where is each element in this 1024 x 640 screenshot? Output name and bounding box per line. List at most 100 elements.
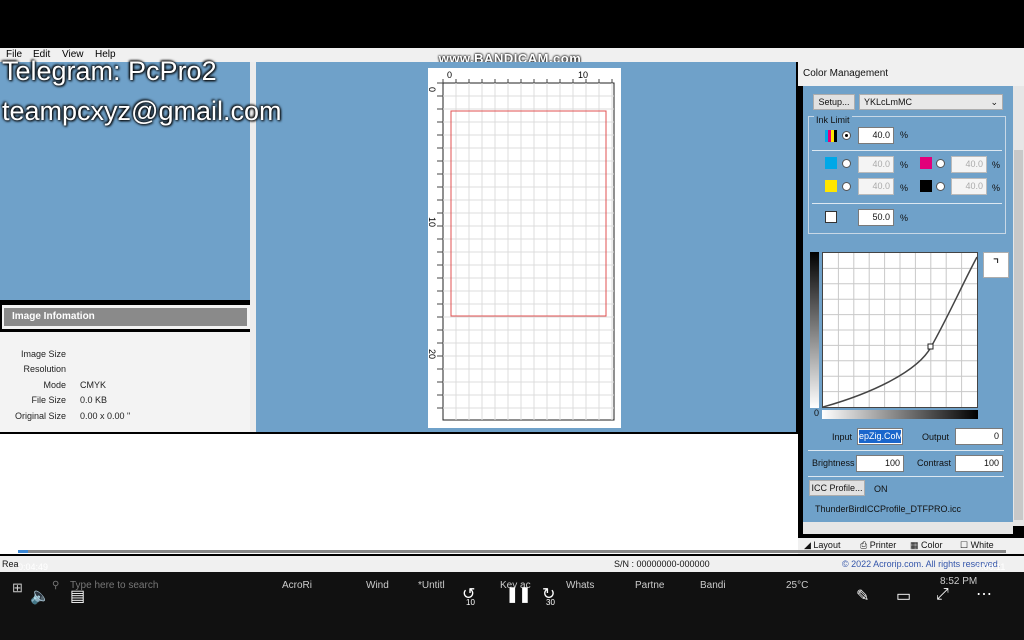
input-field-value: epZig.CoM — [859, 430, 901, 443]
taskbar-item[interactable]: *Untitl — [418, 580, 445, 591]
ruler-left-10: 10 — [428, 217, 437, 227]
ruler-left-0: 0 — [428, 87, 437, 92]
tab-color-label: Color — [921, 540, 943, 550]
input-gradient-bar — [822, 410, 978, 419]
black-swatch-icon — [920, 180, 932, 192]
profile-select[interactable]: YKLcLmMC ⌄ — [859, 94, 1003, 110]
icc-state-label: ON — [874, 484, 888, 494]
profile-select-value: YKLcLmMC — [864, 97, 913, 107]
print-canvas[interactable]: 0 10 0 10 20 — [427, 68, 621, 428]
overlay-telegram-text: Telegram: PcPro2 — [2, 56, 217, 86]
ruler-top-0: 0 — [447, 70, 452, 80]
ink-cyan-field[interactable]: 40.0 — [858, 156, 894, 173]
ruler-left-20: 20 — [428, 349, 437, 359]
canvas-grid: 0 10 0 10 20 — [427, 68, 621, 428]
image-info-panel: Image Size Resolution Mode CMYK File Siz… — [0, 332, 250, 432]
serial-number: S/N : 00000000-000000 — [614, 559, 710, 569]
curve-origin-label: 0 — [814, 408, 820, 418]
output-gradient-bar — [810, 252, 819, 408]
horizontal-scrollbar[interactable] — [803, 522, 1013, 534]
ink-white-field[interactable]: 50.0 — [858, 209, 894, 226]
percent-label: % — [900, 213, 909, 223]
tab-printer-label: Printer — [869, 540, 897, 550]
pen-icon[interactable]: ✎ — [856, 586, 869, 606]
fullscreen-icon[interactable]: ⤢ — [936, 586, 949, 604]
ink-all-radio[interactable] — [842, 131, 851, 140]
info-label-original-size: Original Size — [14, 411, 66, 421]
ink-cyan-radio[interactable] — [842, 159, 851, 168]
magenta-swatch-icon — [920, 157, 932, 169]
info-label-mode: Mode — [43, 380, 66, 390]
icc-file-label: ThunderBirdICCProfile_DTFPRO.icc — [815, 504, 962, 514]
taskbar-item[interactable]: Bandi — [700, 580, 726, 591]
taskbar-item[interactable]: Whats — [566, 580, 594, 591]
temperature: 25°C — [786, 580, 809, 591]
preview-strip — [0, 434, 798, 554]
info-label-file-size: File Size — [31, 395, 66, 405]
cmyk-swatch-icon — [825, 130, 837, 142]
separator — [808, 450, 1004, 451]
status-bar: Rea S/N : 00000000-000000 © 2022 Acrorip… — [0, 556, 1024, 572]
taskbar-item[interactable]: Partne — [635, 580, 664, 591]
tone-curve-editor[interactable] — [822, 252, 978, 408]
separator — [812, 203, 1002, 204]
ruler-top-10: 10 — [578, 70, 588, 80]
output-field[interactable]: 0 — [955, 428, 1003, 445]
ink-black-field[interactable]: 40.0 — [951, 178, 987, 195]
setup-button[interactable]: Setup... — [813, 94, 855, 110]
taskbar-item[interactable]: AcroRi — [282, 580, 312, 591]
info-value-file-size: 0.0 KB — [80, 395, 108, 405]
video-progress-bar[interactable] — [18, 550, 1006, 553]
cast-icon[interactable]: ▭ — [896, 586, 911, 606]
input-field[interactable]: epZig.CoM — [857, 428, 903, 445]
white-swatch-icon — [825, 211, 837, 223]
ink-yellow-radio[interactable] — [842, 182, 851, 191]
windows-start-icon[interactable]: ⊞ — [12, 580, 23, 596]
icc-profile-button[interactable]: ICC Profile... — [809, 480, 865, 496]
pause-icon[interactable]: ❚❚ — [506, 585, 531, 603]
percent-label: % — [900, 130, 909, 140]
chevron-down-icon: ⌄ — [990, 97, 998, 107]
percent-label: % — [992, 160, 1001, 170]
more-options-icon[interactable]: ⋯ — [976, 584, 992, 604]
skip-forward-seconds: 30 — [546, 598, 555, 607]
search-icon: ⚲ — [52, 580, 60, 591]
tab-layout-label: Layout — [813, 540, 841, 550]
percent-label: % — [900, 183, 909, 193]
image-info-header: Image Infomation — [4, 308, 247, 326]
separator — [808, 476, 1004, 477]
video-progress-fill — [18, 550, 28, 553]
yellow-swatch-icon — [825, 180, 837, 192]
percent-label: % — [992, 183, 1001, 193]
brightness-label: Brightness — [812, 458, 855, 468]
ink-magenta-field[interactable]: 40.0 — [951, 156, 987, 173]
captions-icon[interactable]: ▤ — [70, 586, 85, 606]
ink-black-radio[interactable] — [936, 182, 945, 191]
curve-point[interactable] — [927, 343, 934, 350]
color-management-title-bar: Color Management — [798, 62, 1024, 86]
skip-back-seconds: 10 — [466, 598, 475, 607]
info-label-image-size: Image Size — [20, 349, 66, 359]
curve-reset-icon[interactable]: ⌝ — [983, 252, 1009, 278]
taskbar-item[interactable]: Wind — [366, 580, 389, 591]
cyan-swatch-icon — [825, 157, 837, 169]
ink-all-field[interactable]: 40.0 — [858, 127, 894, 144]
elapsed-time: 0:04:49 — [18, 562, 49, 572]
overlay-email-text: teampcxyz@gmail.com — [2, 96, 282, 126]
status-ready: Rea — [2, 559, 19, 569]
tab-white-label: White — [970, 540, 994, 550]
brightness-field[interactable]: 100 — [856, 455, 904, 472]
ink-limit-label: Ink Limit — [814, 115, 852, 125]
volume-icon[interactable]: 🔈 — [30, 586, 50, 606]
tone-curve — [822, 253, 978, 408]
info-label-resolution: Resolution — [23, 364, 66, 374]
separator — [812, 150, 1002, 151]
info-value-original-size: 0.00 x 0.00 " — [80, 411, 131, 421]
info-value-mode: CMYK — [80, 380, 107, 390]
contrast-label: Contrast — [917, 458, 952, 468]
contrast-field[interactable]: 100 — [955, 455, 1003, 472]
input-label: Input — [832, 432, 853, 442]
ink-magenta-radio[interactable] — [936, 159, 945, 168]
ink-yellow-field[interactable]: 40.0 — [858, 178, 894, 195]
scrollbar-thumb[interactable] — [1014, 150, 1023, 520]
